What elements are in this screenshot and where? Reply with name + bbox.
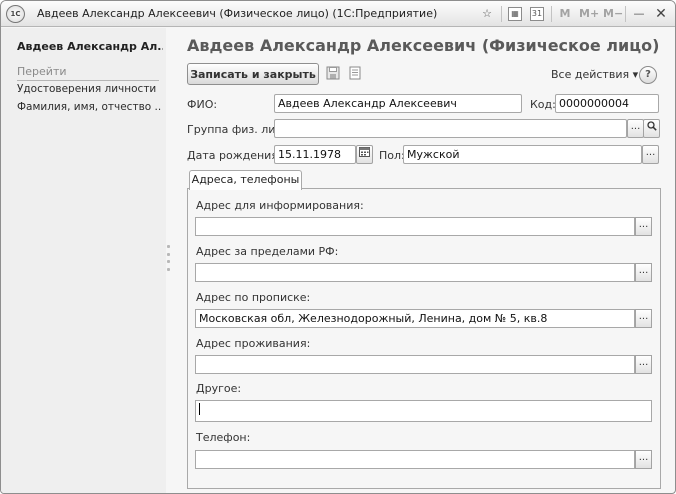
nav-item-full-name[interactable]: Фамилия, имя, отчество ... <box>17 101 162 113</box>
birth-date-label: Дата рождения: <box>187 149 282 162</box>
panel-splitter[interactable] <box>167 245 171 271</box>
tab-page-addresses: Адрес для информирования: ... Адрес за п… <box>187 188 661 489</box>
residence-address-field[interactable] <box>195 355 635 374</box>
calculator-icon[interactable]: ▦ <box>508 7 522 21</box>
registration-address-select-button[interactable]: ... <box>635 309 652 328</box>
nav-panel-title: Авдеев Александр Ал... <box>17 40 163 53</box>
memory-minus-button[interactable]: M− <box>603 6 623 22</box>
code-label: Код: <box>530 98 556 111</box>
group-field[interactable] <box>274 119 627 138</box>
fio-label: ФИО: <box>187 98 218 111</box>
save-and-close-button[interactable]: Записать и закрыть <box>187 63 319 85</box>
form-title: Авдеев Александр Алексеевич (Физическое … <box>187 36 660 55</box>
navigation-panel: Авдеев Александр Ал... Перейти Удостовер… <box>1 28 166 493</box>
close-button[interactable]: ✕ <box>653 6 669 22</box>
toolbar-divider <box>501 6 502 22</box>
info-address-select-button[interactable]: ... <box>635 217 652 236</box>
birth-date-field[interactable]: 15.11.1978 <box>274 145 356 164</box>
save-icon[interactable] <box>325 66 341 82</box>
text-caret <box>199 403 200 415</box>
toolbar-divider <box>551 6 552 22</box>
phone-field[interactable] <box>195 450 635 469</box>
phone-select-button[interactable]: ... <box>635 450 652 469</box>
window-title-main: Авдеев Александр Алексеевич (Физическое … <box>37 7 329 20</box>
tab-addresses-phones[interactable]: Адреса, телефоны <box>189 170 302 190</box>
form-area: Авдеев Александр Алексеевич (Физическое … <box>173 28 675 493</box>
nav-header: Перейти <box>17 65 159 81</box>
fio-field[interactable]: Авдеев Александр Алексеевич <box>274 94 522 113</box>
nav-item-documents[interactable]: Удостоверения личности <box>17 83 162 95</box>
memory-m-button[interactable]: M <box>558 6 572 22</box>
window-title-app: (1С:Предприятие) <box>332 7 438 20</box>
other-label: Другое: <box>196 382 242 395</box>
calendar-picker-icon[interactable] <box>356 145 373 164</box>
phone-label: Телефон: <box>196 431 251 444</box>
code-field[interactable]: 0000000004 <box>555 94 659 113</box>
group-label: Группа физ. лиц: <box>187 123 287 136</box>
window-title: Авдеев Александр Алексеевич (Физическое … <box>37 7 437 20</box>
gender-select-button[interactable]: ... <box>642 145 659 164</box>
group-select-button[interactable]: ... <box>627 119 644 138</box>
title-bar: 1С Авдеев Александр Алексеевич (Физическ… <box>1 1 675 27</box>
app-logo-icon[interactable]: 1С <box>6 5 25 23</box>
info-address-label: Адрес для информирования: <box>196 199 364 212</box>
foreign-address-select-button[interactable]: ... <box>635 263 652 282</box>
residence-address-select-button[interactable]: ... <box>635 355 652 374</box>
favorite-star-icon[interactable]: ☆ <box>479 6 495 22</box>
other-field[interactable] <box>195 400 652 422</box>
minimize-button[interactable]: — <box>631 6 647 22</box>
gender-field[interactable]: Мужской <box>403 145 642 164</box>
help-button[interactable]: ? <box>639 66 657 84</box>
registration-address-label: Адрес по прописке: <box>196 291 311 304</box>
group-search-icon[interactable] <box>643 119 660 138</box>
all-actions-menu[interactable]: Все действия ▾ <box>551 68 638 81</box>
gender-label: Пол: <box>379 149 405 162</box>
residence-address-label: Адрес проживания: <box>196 337 311 350</box>
app-window: 1С Авдеев Александр Алексеевич (Физическ… <box>0 0 676 494</box>
info-address-field[interactable] <box>195 217 635 236</box>
calendar-icon[interactable]: 31 <box>530 7 544 21</box>
registration-address-field[interactable]: Московская обл, Железнодорожный, Ленина,… <box>195 309 635 328</box>
foreign-address-field[interactable] <box>195 263 635 282</box>
toolbar-divider <box>625 6 626 22</box>
memory-plus-button[interactable]: M+ <box>579 6 599 22</box>
document-list-icon[interactable] <box>347 66 363 82</box>
foreign-address-label: Адрес за пределами РФ: <box>196 245 339 258</box>
